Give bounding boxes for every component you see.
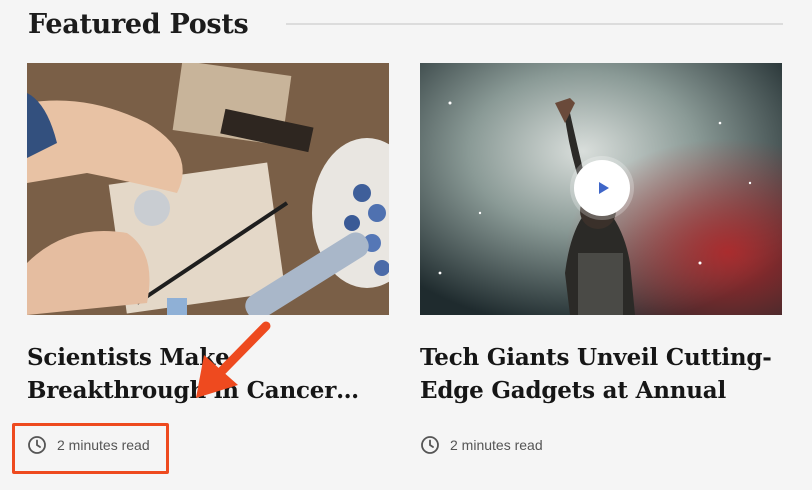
play-button[interactable] <box>574 160 630 216</box>
post-thumbnail[interactable] <box>27 63 389 315</box>
clock-icon <box>421 436 439 454</box>
post-card[interactable]: Tech Giants Unveil Cutting-Edge Gadgets … <box>420 63 782 455</box>
post-thumbnail[interactable] <box>420 63 782 315</box>
post-card[interactable]: Scientists Make Breakthrough in Cancer… … <box>27 63 389 455</box>
post-meta: 2 minutes read <box>420 435 782 455</box>
highlight-box <box>12 423 169 474</box>
post-title[interactable]: Scientists Make Breakthrough in Cancer… <box>27 341 389 407</box>
section-divider <box>286 23 783 25</box>
section-header: Featured Posts <box>28 4 812 44</box>
post-title[interactable]: Tech Giants Unveil Cutting-Edge Gadgets … <box>420 341 782 407</box>
read-time: 2 minutes read <box>450 437 543 453</box>
section-title: Featured Posts <box>28 8 249 40</box>
play-icon <box>598 182 609 194</box>
crafting-desk-image <box>27 63 389 315</box>
